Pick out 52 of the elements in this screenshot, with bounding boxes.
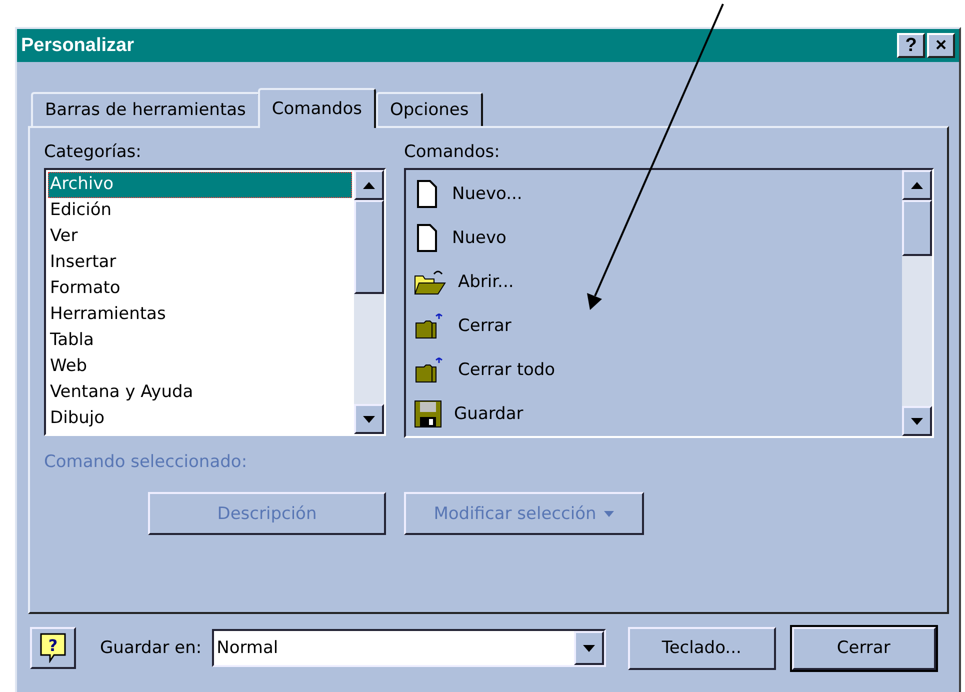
- down-arrow-icon: [582, 644, 595, 652]
- command-item[interactable]: Cerrar todo: [458, 360, 556, 380]
- dropdown-button[interactable]: [574, 631, 604, 665]
- categories-label: Categorías:: [44, 142, 142, 164]
- scroll-thumb[interactable]: [902, 200, 932, 256]
- down-arrow-icon: [363, 416, 375, 422]
- save-in-label: Guardar en:: [100, 638, 202, 658]
- page-icon: [414, 224, 440, 252]
- open-folder-icon: [414, 268, 446, 296]
- help-button[interactable]: ?: [30, 627, 76, 669]
- category-item[interactable]: Formato: [48, 276, 352, 302]
- help-button[interactable]: ?: [897, 33, 925, 58]
- category-item[interactable]: Archivo: [48, 172, 352, 198]
- tab[interactable]: Barras de herramientas: [31, 92, 260, 126]
- category-item[interactable]: Web: [48, 354, 352, 380]
- help-bubble-icon: ?: [40, 633, 66, 663]
- category-item[interactable]: Insertar: [48, 250, 352, 276]
- window-title: Personalizar: [21, 34, 134, 56]
- commands-label: Comandos:: [404, 142, 501, 164]
- down-arrow-icon: [911, 418, 923, 424]
- scroll-up-button[interactable]: [902, 170, 932, 200]
- category-item[interactable]: Tabla: [48, 328, 352, 354]
- caret-icon: [604, 510, 614, 516]
- up-arrow-icon: [911, 182, 923, 188]
- category-item[interactable]: Ventana y Ayuda: [48, 380, 352, 406]
- commands-list[interactable]: Nuevo... Nuevo Abrir... Cerrar Cerrar todo Guardar: [404, 168, 934, 438]
- scroll-down-button[interactable]: [354, 404, 384, 434]
- list-scrollbar[interactable]: [902, 170, 932, 436]
- command-item[interactable]: Guardar: [454, 404, 524, 424]
- dropdown-value: Normal: [216, 638, 278, 658]
- close-button[interactable]: ×: [927, 33, 955, 58]
- scroll-down-button[interactable]: [902, 406, 932, 436]
- category-item[interactable]: Edición: [48, 198, 352, 224]
- page-icon: [414, 180, 440, 208]
- save-in-dropdown[interactable]: Normal: [212, 629, 606, 667]
- command-item[interactable]: Nuevo: [452, 228, 506, 248]
- category-item[interactable]: Dibujo: [48, 406, 352, 432]
- tab[interactable]: Comandos: [258, 88, 376, 128]
- keyboard-button[interactable]: Teclado...: [628, 626, 776, 670]
- category-item[interactable]: Herramientas: [48, 302, 352, 328]
- scroll-up-button[interactable]: [354, 170, 384, 200]
- categories-list[interactable]: Archivo Edición Ver Insertar Formato Herramientas Tabla Web Ventana y Ayuda Dibujo: [44, 168, 386, 436]
- up-arrow-icon: [363, 182, 375, 188]
- command-item[interactable]: Cerrar: [458, 316, 512, 336]
- tab[interactable]: Opciones: [376, 92, 483, 126]
- category-item[interactable]: Ver: [48, 224, 352, 250]
- command-item[interactable]: Abrir...: [458, 272, 514, 292]
- list-scrollbar[interactable]: [354, 170, 384, 434]
- command-item[interactable]: Nuevo...: [452, 184, 522, 204]
- close-dialog-button[interactable]: Cerrar: [792, 626, 936, 670]
- scroll-thumb[interactable]: [354, 200, 384, 294]
- selected-command-label: Comando seleccionado:: [44, 452, 248, 474]
